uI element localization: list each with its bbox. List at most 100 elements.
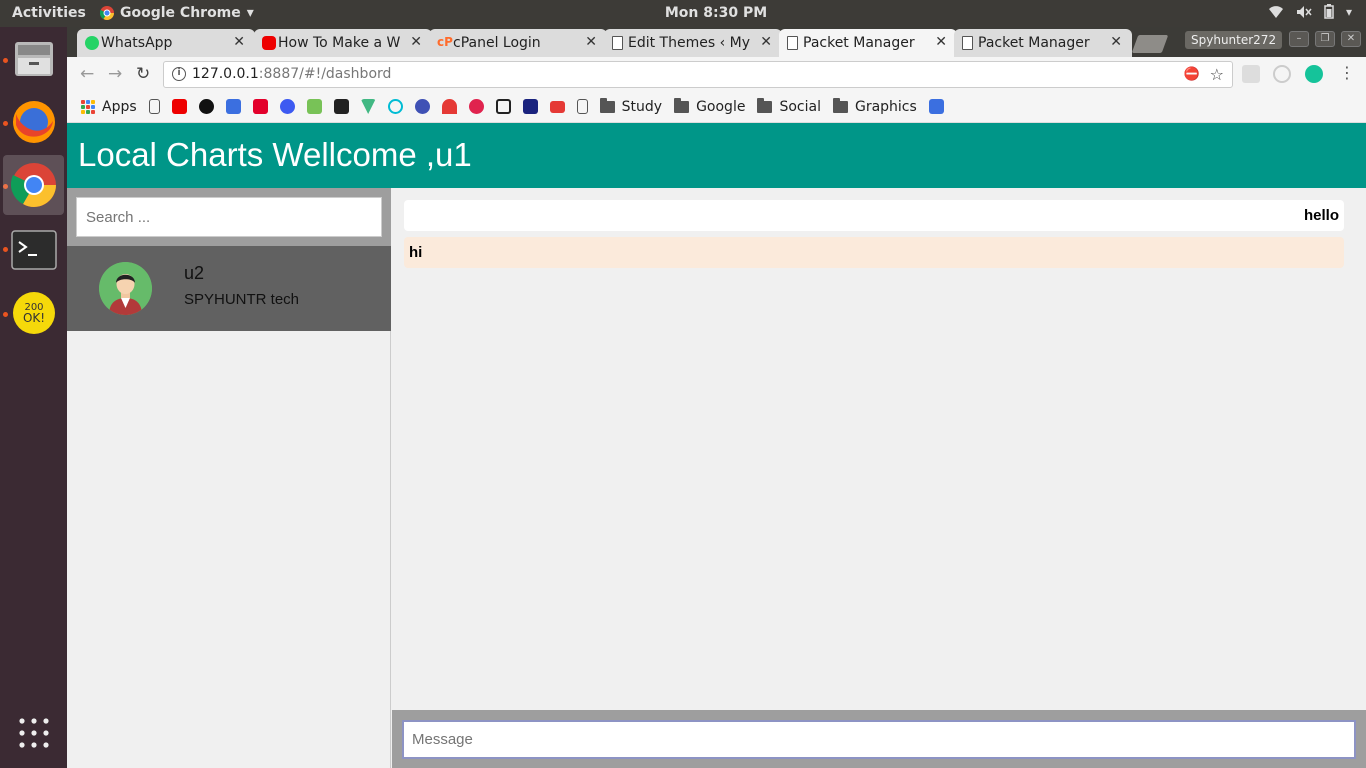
bookmark-folder-social[interactable]: Social <box>757 97 821 115</box>
whatsapp-icon <box>85 36 99 50</box>
search-input[interactable] <box>76 197 382 237</box>
message-composer <box>392 710 1366 768</box>
search-container <box>67 188 391 246</box>
bookmark-react[interactable] <box>333 99 349 114</box>
bookmark-folder-google[interactable]: Google <box>674 97 746 115</box>
tab-packet-manager-active[interactable]: Packet Manager ✕ <box>779 29 957 57</box>
battery-icon <box>1324 4 1334 19</box>
close-icon[interactable]: ✕ <box>233 34 245 50</box>
chrome-menu-icon[interactable]: ⋮ <box>1339 63 1355 82</box>
bookmark-nest[interactable] <box>468 99 484 114</box>
avatar <box>99 262 152 315</box>
bookmark-cube[interactable] <box>495 99 511 114</box>
bookmark-wifi[interactable] <box>441 99 457 114</box>
maximize-button[interactable]: ❐ <box>1315 31 1335 47</box>
browser-toolbar: ← → ↻ i 127.0.0.1:8887/#!/dashbord ⛔ ☆ ⋮ <box>67 57 1366 91</box>
tab-strip: WhatsApp ✕ How To Make a W ✕ cP cPanel L… <box>67 27 1366 57</box>
bookmark-page-2[interactable] <box>576 99 588 114</box>
reload-button[interactable]: ↻ <box>136 64 150 84</box>
site-info-icon[interactable]: i <box>172 67 186 81</box>
tab-whatsapp[interactable]: WhatsApp ✕ <box>77 29 255 57</box>
grammarly-icon[interactable] <box>1305 65 1323 83</box>
svg-text:OK!: OK! <box>22 311 44 325</box>
http-status-launcher[interactable]: 200 OK! <box>3 283 64 343</box>
new-tab-button[interactable] <box>1131 35 1169 53</box>
close-icon[interactable]: ✕ <box>760 34 772 50</box>
forward-button[interactable]: → <box>108 64 122 84</box>
url-host: 127.0.0.1 <box>192 66 259 82</box>
terminal-icon <box>10 230 57 270</box>
message-input[interactable] <box>402 720 1356 759</box>
dock: 200 OK! <box>0 27 67 768</box>
tab-title: Packet Manager <box>803 35 915 51</box>
show-applications-button[interactable] <box>3 703 64 763</box>
bookmark-folder-study[interactable]: Study <box>599 97 663 115</box>
folder-label: Google <box>696 98 746 115</box>
tab-cpanel[interactable]: cP cPanel Login ✕ <box>429 29 607 57</box>
address-bar[interactable]: i 127.0.0.1:8887/#!/dashbord ⛔ ☆ <box>163 61 1233 88</box>
folder-icon <box>599 97 615 113</box>
material-icon <box>522 99 538 114</box>
contact-status: SPYHUNTR tech <box>184 291 300 308</box>
signal-icon <box>441 99 457 114</box>
minimize-button[interactable]: – <box>1289 31 1309 47</box>
url-path: :8887/#!/dashbord <box>258 66 392 82</box>
tab-youtube[interactable]: How To Make a W ✕ <box>254 29 432 57</box>
page-icon <box>787 36 798 50</box>
message-received: hi <box>404 237 1344 268</box>
close-icon[interactable]: ✕ <box>585 34 597 50</box>
app-grid-icon <box>18 718 49 748</box>
mail-icon <box>549 100 565 113</box>
tab-title: Packet Manager <box>978 35 1090 51</box>
extension-icon[interactable] <box>1242 65 1260 83</box>
folder-icon <box>757 97 773 113</box>
bookmark-red[interactable] <box>252 99 268 114</box>
window-close-button[interactable]: ✕ <box>1341 31 1361 47</box>
bookmark-blue-tool[interactable] <box>279 99 295 114</box>
apps-shortcut[interactable]: Apps <box>81 99 137 115</box>
vue-icon <box>360 99 376 114</box>
bookmark-folder-graphics[interactable]: Graphics <box>832 97 917 115</box>
bookmark-star-icon[interactable]: ☆ <box>1210 62 1224 87</box>
folder-icon <box>674 97 690 113</box>
nest-icon <box>468 99 484 114</box>
close-icon[interactable]: ✕ <box>410 34 422 50</box>
tab-edit-themes[interactable]: Edit Themes ‹ My ✕ <box>604 29 782 57</box>
volume-muted-icon <box>1296 5 1312 18</box>
bookmarks-bar: Apps Study Google Social Graphics <box>67 91 1366 123</box>
system-top-bar: Activities Google Chrome ▾ Mon 8:30 PM ▾ <box>0 0 1366 27</box>
back-button[interactable]: ← <box>80 64 94 84</box>
terminal-launcher[interactable] <box>3 220 64 280</box>
bookmark-material[interactable] <box>522 99 538 114</box>
chat-panel: hello hi <box>392 188 1366 768</box>
contacts-sidebar: u2 SPYHUNTR tech <box>67 188 391 768</box>
bookmark-youtube[interactable] <box>171 99 187 114</box>
folder-label: Study <box>621 98 663 115</box>
react-icon <box>333 99 349 114</box>
status-area[interactable]: ▾ <box>1268 4 1352 19</box>
firefox-launcher[interactable] <box>3 92 64 152</box>
bookmark-mail[interactable] <box>549 100 565 113</box>
files-launcher[interactable] <box>3 29 64 89</box>
user-avatar-icon <box>99 262 152 315</box>
bookmark-android[interactable] <box>306 99 322 114</box>
extension-icon[interactable] <box>1273 65 1291 83</box>
link-icon <box>414 99 430 114</box>
bookmark-bootstrap[interactable] <box>225 99 241 114</box>
chrome-launcher[interactable] <box>3 155 64 215</box>
apps-grid-icon <box>81 99 95 114</box>
blocked-content-icon[interactable]: ⛔ <box>1184 62 1200 87</box>
close-icon[interactable]: ✕ <box>935 34 947 50</box>
bookmark-shield[interactable] <box>928 99 944 114</box>
contact-list-item[interactable]: u2 SPYHUNTR tech <box>67 246 391 331</box>
tab-packet-manager[interactable]: Packet Manager ✕ <box>954 29 1132 57</box>
bookmark-page[interactable] <box>148 99 160 114</box>
bookmark-vue[interactable] <box>360 99 376 114</box>
bookmark-github[interactable] <box>198 99 214 114</box>
close-icon[interactable]: ✕ <box>1110 34 1122 50</box>
bookmark-react-2[interactable] <box>387 99 403 114</box>
profile-button[interactable]: Spyhunter272 <box>1185 31 1283 49</box>
tool-icon <box>279 99 295 114</box>
clock[interactable]: Mon 8:30 PM <box>0 5 1366 21</box>
bookmark-link[interactable] <box>414 99 430 114</box>
